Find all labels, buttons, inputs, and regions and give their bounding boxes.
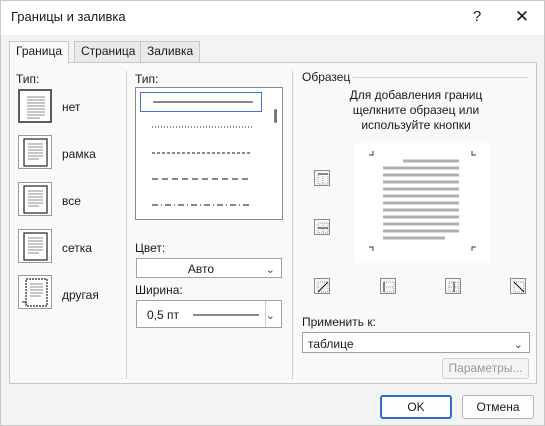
ok-button[interactable]: OK — [380, 395, 452, 419]
cancel-button[interactable]: Отмена — [462, 395, 534, 419]
line-style-list[interactable] — [135, 87, 283, 220]
border-diagonal-up-icon — [317, 281, 329, 293]
apply-to-label: Применить к: — [302, 315, 376, 329]
setting-none-label: нет — [62, 100, 81, 114]
separator-style — [292, 71, 293, 379]
none-border-icon — [27, 96, 45, 119]
setting-all[interactable] — [18, 182, 52, 216]
line-style-dashed-large[interactable] — [140, 170, 262, 190]
border-left-button[interactable] — [380, 278, 396, 294]
setting-label: Тип: — [16, 72, 40, 86]
tab-shading[interactable]: Заливка — [140, 41, 201, 62]
color-value: Авто — [187, 262, 215, 276]
setting-custom[interactable] — [18, 275, 52, 309]
instruction-line-2: щелкните образец или — [352, 103, 480, 117]
preview-area[interactable] — [355, 143, 490, 263]
border-top-button[interactable] — [314, 170, 330, 186]
setting-grid[interactable] — [18, 229, 52, 263]
preview-instructions: Для добавления границ щелкните образец и… — [302, 88, 530, 133]
setting-box[interactable] — [18, 135, 52, 169]
border-inside-horizontal-button[interactable] — [314, 219, 330, 235]
chevron-down-icon: ⌄ — [265, 310, 275, 322]
setting-grid-label: сетка — [62, 241, 92, 255]
border-left-icon — [383, 281, 395, 293]
width-line-sample — [193, 314, 259, 316]
width-label: Ширина: — [135, 283, 183, 297]
preview-header-line — [353, 77, 529, 78]
help-icon[interactable]: ? — [467, 7, 487, 27]
borders-shading-dialog: Границы и заливка ? ✕ Граница Страница З… — [0, 0, 545, 426]
all-border-icon — [23, 185, 48, 214]
apply-to-dropdown[interactable]: таблице ⌄ — [302, 332, 530, 353]
separator-setting — [126, 71, 127, 379]
width-value: 0,5 пт — [147, 308, 180, 322]
line-style-solid[interactable] — [140, 92, 262, 112]
custom-border-icon — [22, 278, 48, 307]
tab-page-border[interactable]: Страница — [74, 41, 143, 62]
instruction-line-3: используйте кнопки — [361, 118, 471, 132]
border-top-icon — [317, 173, 329, 185]
line-style-dotted[interactable] — [140, 118, 262, 138]
instruction-line-1: Для добавления границ — [349, 88, 483, 102]
close-icon[interactable]: ✕ — [511, 7, 533, 27]
border-inside-horizontal-icon — [317, 222, 329, 234]
setting-custom-label: другая — [62, 288, 99, 302]
style-label: Тип: — [135, 72, 159, 86]
chevron-down-icon: ⌄ — [513, 338, 523, 351]
tab-borders[interactable]: Граница — [9, 41, 70, 64]
width-dropdown[interactable]: 0,5 пт ⌄ — [136, 300, 282, 328]
options-button[interactable]: Параметры... — [442, 358, 529, 379]
line-style-dashed-small[interactable] — [140, 144, 262, 164]
border-diagonal-down-button[interactable] — [510, 278, 526, 294]
title-bar: Границы и заливка ? ✕ — [1, 1, 544, 35]
scroll-thumb[interactable] — [274, 109, 277, 123]
box-border-icon — [23, 138, 48, 167]
apply-to-value: таблице — [308, 337, 354, 351]
border-inside-vertical-button[interactable] — [445, 278, 461, 294]
setting-all-label: все — [62, 194, 81, 208]
preview-diagram — [369, 151, 476, 251]
line-style-dash-dot[interactable] — [140, 196, 262, 216]
style-list-scrollbar[interactable] — [271, 89, 281, 218]
color-label: Цвет: — [135, 241, 166, 255]
preview-label: Образец — [302, 70, 351, 84]
setting-none[interactable] — [18, 89, 52, 123]
grid-border-icon — [23, 232, 48, 261]
border-inside-vertical-icon — [448, 281, 460, 293]
color-dropdown[interactable]: Авто ⌄ — [136, 258, 282, 278]
setting-box-label: рамка — [62, 147, 96, 161]
chevron-down-icon: ⌄ — [265, 264, 275, 276]
dialog-title: Границы и заливка — [11, 9, 126, 24]
border-diagonal-down-icon — [513, 281, 525, 293]
borders-tab-panel: Тип: нет рамка все сетка другая Тип: Цве… — [9, 62, 537, 384]
border-diagonal-up-button[interactable] — [314, 278, 330, 294]
